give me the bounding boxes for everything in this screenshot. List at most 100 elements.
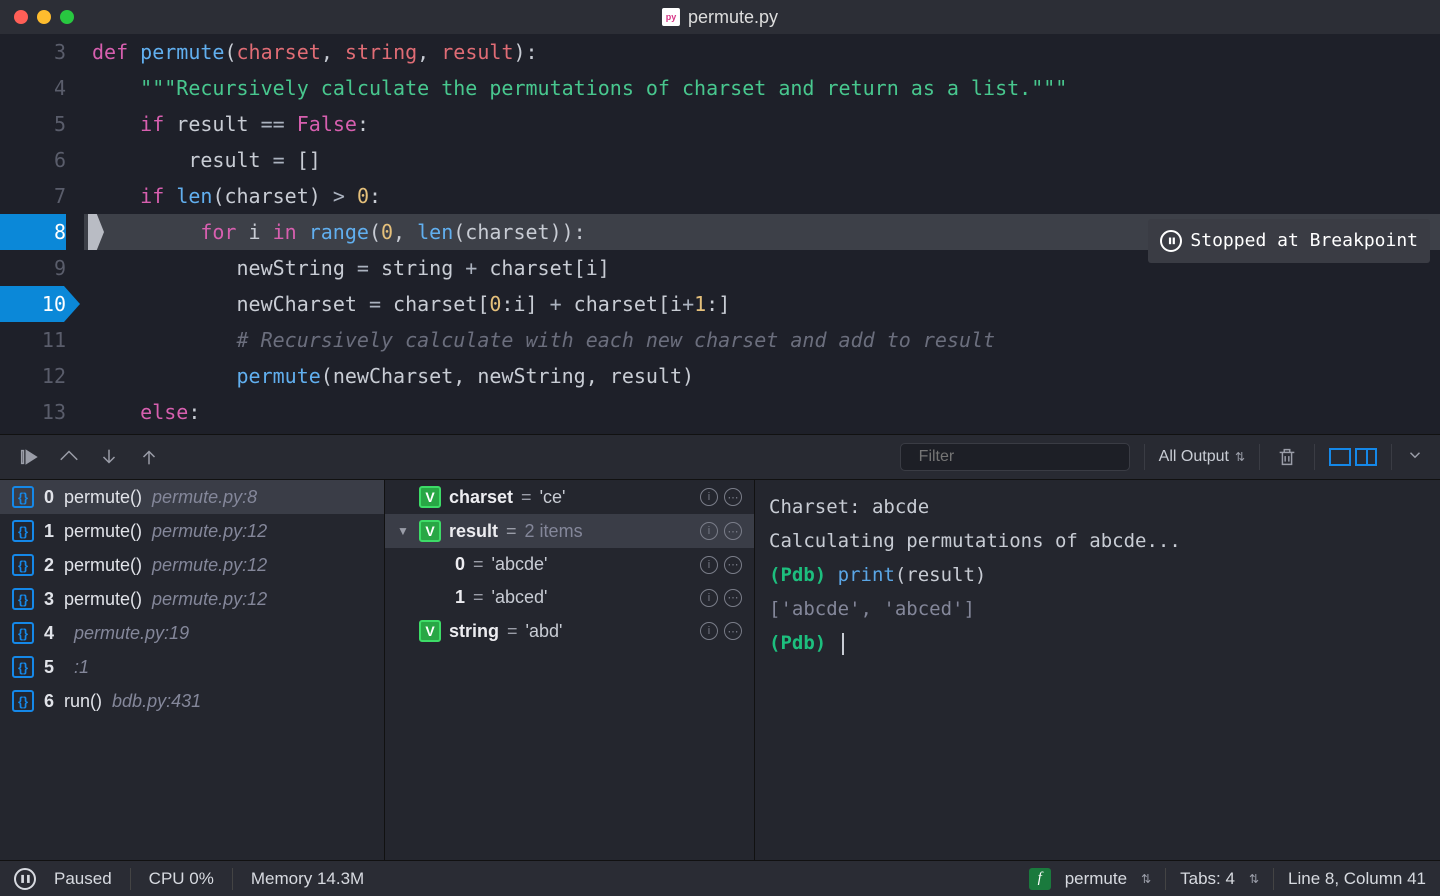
variable-row[interactable]: 1 = 'abced' i ⋯ <box>385 581 754 614</box>
code-line[interactable]: newCharset = charset[0:i] + charset[i+1:… <box>84 286 1440 322</box>
zoom-window-button[interactable] <box>60 10 74 24</box>
frame-index: 5 <box>44 657 54 678</box>
continue-button[interactable] <box>16 444 42 470</box>
more-icon[interactable]: ⋯ <box>724 556 742 574</box>
breakpoint-badge: Stopped at Breakpoint <box>1148 219 1430 263</box>
frame-location: :1 <box>74 657 89 678</box>
frame-icon: {} <box>12 486 34 508</box>
divider <box>1259 444 1260 470</box>
filter-input[interactable] <box>919 448 1126 466</box>
step-into-button[interactable] <box>96 444 122 470</box>
variable-row[interactable]: Vstring = 'abd' i ⋯ <box>385 614 754 648</box>
console-pane[interactable]: Charset: abcdeCalculating permutations o… <box>755 480 1440 860</box>
code-line[interactable]: if len(charset) > 0: <box>84 178 1440 214</box>
variable-icon: V <box>419 520 441 542</box>
filter-box[interactable] <box>900 443 1130 471</box>
status-paused-label: Paused <box>54 869 112 889</box>
status-tabs-label[interactable]: Tabs: 4 <box>1180 869 1235 889</box>
close-window-button[interactable] <box>14 10 28 24</box>
variable-name: 0 <box>455 554 465 575</box>
divider <box>1314 444 1315 470</box>
row-actions: i ⋯ <box>700 556 742 574</box>
updown-icon: ⇅ <box>1249 872 1259 886</box>
more-icon[interactable]: ⋯ <box>724 488 742 506</box>
code-editor[interactable]: 345678910111213 def permute(charset, str… <box>0 34 1440 434</box>
equals: = <box>521 487 532 508</box>
separator <box>130 868 131 890</box>
stack-frame[interactable]: {} 0 permute() permute.py:8 <box>0 480 384 514</box>
variable-row[interactable]: 0 = 'abcde' i ⋯ <box>385 548 754 581</box>
info-icon[interactable]: i <box>700 488 718 506</box>
frame-location: bdb.py:431 <box>112 691 201 712</box>
row-actions: i ⋯ <box>700 622 742 640</box>
output-filter-label: All Output <box>1159 448 1229 466</box>
more-icon[interactable]: ⋯ <box>724 589 742 607</box>
layout-toggle[interactable] <box>1329 448 1377 466</box>
updown-icon: ⇅ <box>1141 872 1151 886</box>
line-number-gutter[interactable]: 345678910111213 <box>0 34 84 434</box>
status-memory-label: Memory 14.3M <box>251 869 364 889</box>
stack-frame[interactable]: {} 4 permute.py:19 <box>0 616 384 650</box>
code-line[interactable]: # Recursively calculate with each new ch… <box>84 322 1440 358</box>
frame-index: 6 <box>44 691 54 712</box>
breakpoint-badge-label: Stopped at Breakpoint <box>1190 223 1418 259</box>
code-line[interactable]: """Recursively calculate the permutation… <box>84 70 1440 106</box>
frame-index: 4 <box>44 623 54 644</box>
debug-toolbar: All Output ⇅ <box>0 434 1440 480</box>
minimize-window-button[interactable] <box>37 10 51 24</box>
window-title: py permute.py <box>662 7 778 28</box>
step-out-button[interactable] <box>136 444 162 470</box>
layout-split-icon[interactable] <box>1355 448 1377 466</box>
code-line[interactable]: permute(newCharset, newString, result) <box>84 358 1440 394</box>
frame-index: 3 <box>44 589 54 610</box>
separator <box>1273 868 1274 890</box>
stack-frame[interactable]: {} 5 :1 <box>0 650 384 684</box>
frame-index: 2 <box>44 555 54 576</box>
variable-name: result <box>449 521 498 542</box>
stack-frame[interactable]: {} 6 run() bdb.py:431 <box>0 684 384 718</box>
code-line[interactable]: result = [] <box>84 142 1440 178</box>
titlebar: py permute.py <box>0 0 1440 34</box>
variable-row[interactable]: ▼Vresult = 2 items i ⋯ <box>385 514 754 548</box>
frame-function: permute() <box>64 555 142 576</box>
info-icon[interactable]: i <box>700 556 718 574</box>
variable-icon: V <box>419 486 441 508</box>
more-icon[interactable]: ⋯ <box>724 522 742 540</box>
frame-location: permute.py:12 <box>152 589 267 610</box>
stack-frame[interactable]: {} 3 permute() permute.py:12 <box>0 582 384 616</box>
frame-location: permute.py:12 <box>152 521 267 542</box>
collapse-button[interactable] <box>1406 446 1424 469</box>
step-over-button[interactable] <box>56 444 82 470</box>
code-line[interactable]: else: <box>84 394 1440 430</box>
trash-button[interactable] <box>1274 444 1300 470</box>
code-line[interactable]: def permute(charset, string, result): <box>84 34 1440 70</box>
variable-name: 1 <box>455 587 465 608</box>
disclosure-icon[interactable]: ▼ <box>397 524 411 538</box>
frame-function: run() <box>64 691 102 712</box>
info-icon[interactable]: i <box>700 522 718 540</box>
variables-pane[interactable]: Vcharset = 'ce' i ⋯ ▼Vresult = 2 items i… <box>385 480 755 860</box>
status-cpu-label: CPU 0% <box>149 869 214 889</box>
variable-row[interactable]: Vcharset = 'ce' i ⋯ <box>385 480 754 514</box>
info-icon[interactable]: i <box>700 622 718 640</box>
console-line: (Pdb) <box>769 626 1426 660</box>
variable-value: 'abced' <box>492 587 548 608</box>
row-actions: i ⋯ <box>700 589 742 607</box>
call-stack-pane[interactable]: {} 0 permute() permute.py:8{} 1 permute(… <box>0 480 385 860</box>
frame-index: 1 <box>44 521 54 542</box>
equals: = <box>507 621 518 642</box>
output-filter-dropdown[interactable]: All Output ⇅ <box>1159 448 1245 466</box>
debug-panes: {} 0 permute() permute.py:8{} 1 permute(… <box>0 480 1440 860</box>
variable-value: 'abd' <box>526 621 563 642</box>
status-function-label[interactable]: permute <box>1065 869 1127 889</box>
equals: = <box>506 521 517 542</box>
stack-frame[interactable]: {} 1 permute() permute.py:12 <box>0 514 384 548</box>
more-icon[interactable]: ⋯ <box>724 622 742 640</box>
equals: = <box>473 554 484 575</box>
layout-single-icon[interactable] <box>1329 448 1351 466</box>
frame-icon: {} <box>12 588 34 610</box>
function-icon: f <box>1029 868 1051 890</box>
stack-frame[interactable]: {} 2 permute() permute.py:12 <box>0 548 384 582</box>
code-line[interactable]: if result == False: <box>84 106 1440 142</box>
info-icon[interactable]: i <box>700 589 718 607</box>
